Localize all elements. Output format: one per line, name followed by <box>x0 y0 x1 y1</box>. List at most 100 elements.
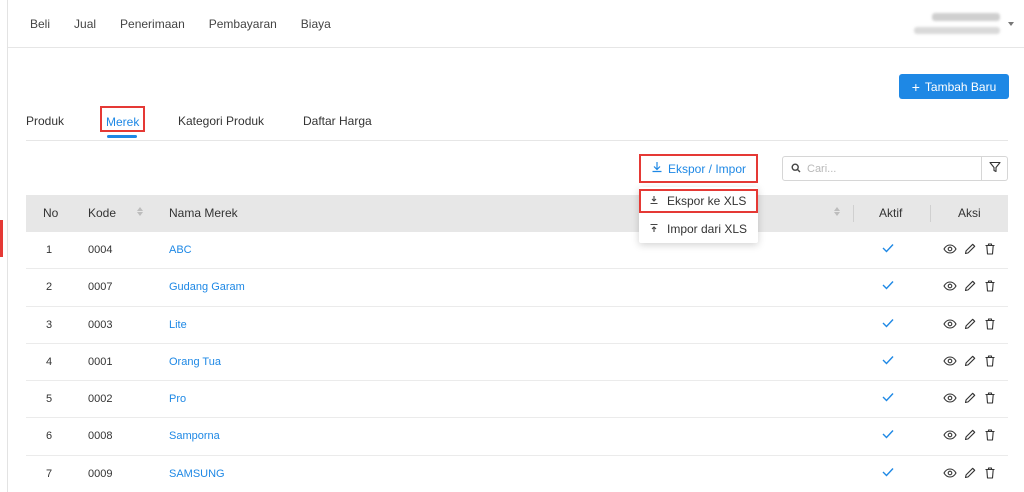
topnav-item-jual[interactable]: Jual <box>74 17 96 31</box>
header-kode[interactable]: Kode <box>88 206 116 220</box>
cell-kode: 0001 <box>88 355 113 368</box>
cell-nama-link[interactable]: SAMSUNG <box>169 468 225 480</box>
row-actions <box>943 391 997 405</box>
add-new-button[interactable]: + Tambah Baru <box>899 74 1009 99</box>
active-check-icon <box>882 355 894 368</box>
left-edge-divider <box>7 0 8 492</box>
table-header: No Kode Nama Merek Aktif Aksi <box>26 195 1008 232</box>
search-icon <box>791 162 801 176</box>
search-input[interactable] <box>807 162 967 175</box>
delete-icon[interactable] <box>983 466 997 480</box>
user-menu-caret-icon[interactable] <box>1008 22 1014 26</box>
top-nav: Beli Jual Penerimaan Pembayaran Biaya <box>30 17 331 31</box>
filter-icon <box>988 161 1001 176</box>
cell-no: 7 <box>46 467 53 480</box>
active-check-icon <box>882 429 894 442</box>
cell-nama-link[interactable]: Samporna <box>169 430 220 442</box>
row-actions <box>943 466 997 480</box>
cell-no: 5 <box>46 393 53 406</box>
header-divider <box>930 205 931 222</box>
delete-icon[interactable] <box>983 279 997 293</box>
search-box <box>782 156 982 181</box>
delete-icon[interactable] <box>983 391 997 405</box>
table-row: 6 0008 Samporna <box>26 418 1008 456</box>
menu-item-label: Impor dari XLS <box>667 222 748 236</box>
header-aksi: Aksi <box>958 206 981 220</box>
table-row: 1 0004 ABC <box>26 232 1008 270</box>
menu-item-label: Ekspor ke XLS <box>667 194 747 208</box>
cell-no: 2 <box>46 281 53 294</box>
tab-bar: Produk Merek Kategori Produk Daftar Harg… <box>26 106 1008 141</box>
cell-no: 1 <box>46 244 53 256</box>
edit-icon[interactable] <box>963 428 977 442</box>
export-icon <box>649 195 659 208</box>
view-icon[interactable] <box>943 317 957 331</box>
view-icon[interactable] <box>943 354 957 368</box>
view-icon[interactable] <box>943 428 957 442</box>
header-nama-merek[interactable]: Nama Merek <box>169 206 238 220</box>
active-check-icon <box>882 318 894 331</box>
sort-kode-icon[interactable] <box>137 207 143 216</box>
cell-nama-link[interactable]: Pro <box>169 393 186 405</box>
active-check-icon <box>882 392 894 405</box>
cell-nama-link[interactable]: ABC <box>169 244 192 256</box>
table-row: 4 0001 Orang Tua <box>26 343 1008 382</box>
header-divider <box>853 205 854 222</box>
add-new-label: Tambah Baru <box>924 79 997 94</box>
cell-nama-link[interactable]: Orang Tua <box>169 356 221 368</box>
row-actions <box>943 317 997 331</box>
topnav-item-beli[interactable]: Beli <box>30 17 50 31</box>
table-row: 7 0009 SAMSUNG <box>26 455 1008 492</box>
tab-merek[interactable]: Merek <box>100 106 146 132</box>
delete-icon[interactable] <box>983 317 997 331</box>
cell-kode: 0007 <box>88 281 113 294</box>
topnav-item-penerimaan[interactable]: Penerimaan <box>120 17 185 31</box>
row-actions <box>943 354 997 368</box>
edit-icon[interactable] <box>963 391 977 405</box>
edit-icon[interactable] <box>963 466 977 480</box>
active-check-icon <box>882 280 894 293</box>
filter-button[interactable] <box>982 156 1008 181</box>
menu-item-import-xls[interactable]: Impor dari XLS <box>639 217 758 241</box>
left-edge-highlight <box>0 220 3 257</box>
export-import-dropdown: Ekspor ke XLS Impor dari XLS <box>639 187 758 243</box>
cell-nama-link[interactable]: Gudang Garam <box>169 281 245 293</box>
view-icon[interactable] <box>943 391 957 405</box>
view-icon[interactable] <box>943 466 957 480</box>
export-import-label: Ekspor / Impor <box>667 161 747 176</box>
delete-icon[interactable] <box>983 354 997 368</box>
header-no: No <box>43 206 59 220</box>
edit-icon[interactable] <box>963 354 977 368</box>
view-icon[interactable] <box>943 242 957 256</box>
cell-nama-link[interactable]: Lite <box>169 319 187 331</box>
menu-item-export-xls[interactable]: Ekspor ke XLS <box>639 189 758 213</box>
delete-icon[interactable] <box>983 242 997 256</box>
user-menu[interactable] <box>900 11 1000 34</box>
edit-icon[interactable] <box>963 317 977 331</box>
active-tab-indicator <box>107 135 137 138</box>
table-row: 5 0002 Pro <box>26 381 1008 419</box>
cell-kode: 0002 <box>88 393 113 406</box>
user-email-blurred <box>914 27 1000 34</box>
export-import-button[interactable]: Ekspor / Impor <box>639 154 758 183</box>
header-aktif: Aktif <box>879 206 903 220</box>
table-row: 3 0003 Lite <box>26 306 1008 344</box>
edit-icon[interactable] <box>963 279 977 293</box>
cell-no: 3 <box>46 318 53 331</box>
topnav-item-pembayaran[interactable]: Pembayaran <box>209 17 277 31</box>
brand-table: No Kode Nama Merek Aktif Aksi 1 0004 ABC… <box>26 195 1008 492</box>
sort-nama-icon[interactable] <box>834 207 840 216</box>
tab-kategori-produk[interactable]: Kategori Produk <box>178 114 264 128</box>
edit-icon[interactable] <box>963 242 977 256</box>
topnav-item-biaya[interactable]: Biaya <box>301 17 331 31</box>
cell-no: 4 <box>46 355 53 368</box>
cell-no: 6 <box>46 430 53 443</box>
delete-icon[interactable] <box>983 428 997 442</box>
top-bar: Beli Jual Penerimaan Pembayaran Biaya <box>8 0 1024 48</box>
tab-daftar-harga[interactable]: Daftar Harga <box>303 114 372 128</box>
view-icon[interactable] <box>943 279 957 293</box>
tab-produk[interactable]: Produk <box>26 114 64 128</box>
table-row: 2 0007 Gudang Garam <box>26 269 1008 307</box>
import-icon <box>649 223 659 236</box>
row-actions <box>943 279 997 293</box>
